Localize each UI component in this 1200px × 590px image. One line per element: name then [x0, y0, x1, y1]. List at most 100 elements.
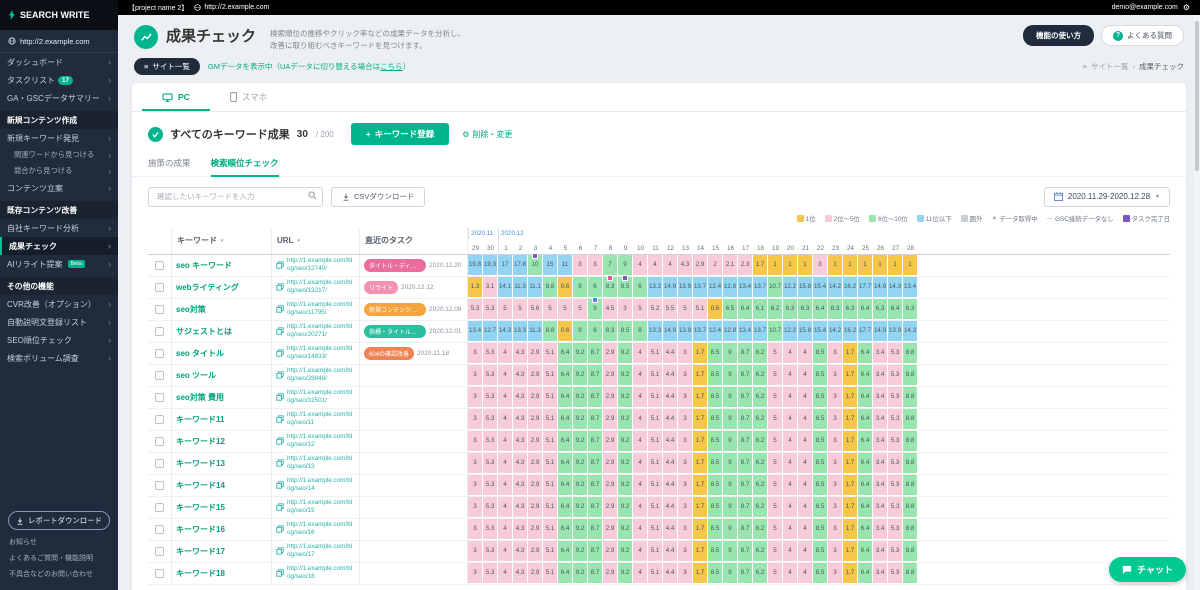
sidebar-item[interactable]: SEO順位チェック ›: [0, 331, 118, 349]
keyword-link[interactable]: キーワード14: [176, 480, 225, 491]
row-checkbox[interactable]: [155, 458, 164, 468]
tab-smartphone[interactable]: スマホ: [210, 83, 287, 111]
url-link[interactable]: http://1.example.com/blog/seo/14: [287, 477, 355, 493]
url-link[interactable]: http://1.example.com/blog/seo/15: [287, 499, 355, 515]
sidebar-footer-link[interactable]: お知らせ: [0, 534, 118, 550]
subtab-measure-results[interactable]: 施策の成果: [148, 157, 191, 177]
url-link[interactable]: http://1.example.com/blog/seo/12: [287, 433, 355, 449]
rank-cell: 8.5: [708, 386, 723, 408]
switch-ua-link[interactable]: こちら: [380, 62, 403, 71]
row-checkbox[interactable]: [155, 414, 164, 424]
rank-color-swatch: [868, 214, 876, 222]
url-link[interactable]: http://1.example.com/blog/seo/17: [287, 543, 355, 559]
sidebar-item[interactable]: 自社キーワード分析 ›: [0, 219, 118, 237]
url-link[interactable]: http://1.example.com/blog/seo/12740/: [287, 257, 355, 273]
register-keyword-button[interactable]: + キーワード登録: [350, 123, 450, 146]
scrollbar-thumb[interactable]: [1195, 21, 1199, 171]
url-link[interactable]: http://1.example.com/blog/seo/18: [287, 565, 355, 581]
external-link-icon: [276, 393, 284, 401]
sidebar-item[interactable]: 自動説明文登録リスト ›: [0, 313, 118, 331]
keyword-link[interactable]: キーワード15: [176, 502, 225, 513]
rank-cell: 12.8: [723, 320, 738, 342]
chat-button[interactable]: チャット: [1109, 557, 1186, 582]
keyword-link[interactable]: seo対策 費用: [176, 392, 224, 403]
keyword-link[interactable]: サジェストとは: [176, 326, 232, 337]
row-checkbox[interactable]: [155, 260, 164, 270]
rank-cell: 3: [468, 386, 483, 408]
settings-gear-icon[interactable]: ⚙: [1183, 3, 1190, 12]
row-checkbox[interactable]: [155, 304, 164, 314]
row-checkbox[interactable]: [155, 326, 164, 336]
row-checkbox[interactable]: [155, 524, 164, 534]
row-checkbox[interactable]: [155, 502, 164, 512]
csv-download-button[interactable]: CSVダウンロード: [331, 186, 426, 207]
url-link[interactable]: http://1.example.com/blog/seo/28848/: [287, 367, 355, 383]
url-link[interactable]: http://1.example.com/blog/seo/11795/: [287, 301, 355, 317]
row-checkbox[interactable]: [155, 546, 164, 556]
rank-cell: 9.2: [573, 540, 588, 562]
keyword-link[interactable]: キーワード17: [176, 546, 225, 557]
sidebar-footer-link[interactable]: 不具合などのお問い合わせ: [0, 566, 118, 582]
url-link[interactable]: http://1.example.com/blog/seo/31501/: [287, 389, 355, 405]
faq-button[interactable]: ? よくある質問: [1101, 25, 1184, 46]
subtab-rank-check[interactable]: 検索順位チェック: [210, 157, 279, 178]
tab-pc[interactable]: PC: [142, 83, 210, 112]
keyword-link[interactable]: seo対策: [176, 304, 206, 315]
date-range-value: 2020.11.29-2020.12.28: [1067, 192, 1151, 201]
rank-cell: 2.9: [528, 452, 543, 474]
keyword-link[interactable]: seo ツール: [176, 370, 216, 381]
url-link[interactable]: http://1.example.com/blog/seo/16: [287, 521, 355, 537]
rank-cell: 6.2: [753, 386, 768, 408]
rank-cell: 1: [858, 254, 873, 276]
keyword-link[interactable]: キーワード11: [176, 414, 224, 425]
url-link[interactable]: http://1.example.com/blog/seo/14833/: [287, 345, 355, 361]
sidebar-footer-link[interactable]: よくあるご質問・機能説明: [0, 550, 118, 566]
date-range-picker[interactable]: 2020.11.29-2020.12.28 ▼: [1043, 186, 1170, 207]
url-link[interactable]: http://1.example.com/blog/seo/13: [287, 455, 355, 471]
column-header-keyword[interactable]: キーワード ▼: [172, 227, 272, 254]
rank-cell: 1.7: [843, 364, 858, 386]
url-link[interactable]: http://1.example.com/blog/seo/13217/: [287, 279, 355, 295]
row-checkbox[interactable]: [155, 480, 164, 490]
sidebar-item[interactable]: 競合から見つける ›: [0, 163, 118, 179]
app-window: SEARCH WRITE http://2.example.com ダッシュボー…: [0, 0, 1200, 590]
sidebar-item[interactable]: 新規キーワード発見 ›: [0, 129, 118, 147]
keyword-search-input[interactable]: [148, 186, 323, 207]
sidebar-item[interactable]: 成果チェック ›: [0, 237, 118, 255]
column-header-url[interactable]: URL ▼: [272, 227, 360, 254]
url-link[interactable]: http://1.example.com/blog/seo/20271/: [287, 323, 355, 339]
url-link[interactable]: http://1.example.com/blog/seo/11: [287, 411, 355, 427]
keyword-link[interactable]: seo キーワード: [176, 260, 232, 271]
breadcrumb-site-list[interactable]: サイト一覧: [1091, 61, 1129, 72]
report-download-button[interactable]: レポートダウンロード: [8, 511, 110, 530]
sidebar-item[interactable]: タスクリスト 17 ›: [0, 71, 118, 89]
sidebar-site-selector[interactable]: http://2.example.com: [0, 30, 118, 53]
search-icon[interactable]: [308, 191, 317, 200]
row-checkbox[interactable]: [155, 392, 164, 402]
edit-delete-link[interactable]: ⚙ 削除・変更: [462, 129, 512, 140]
sidebar-item[interactable]: GA・GSCデータサマリー ›: [0, 89, 118, 107]
sidebar-item[interactable]: 検索ボリューム調査 ›: [0, 349, 118, 367]
rank-cell: 11.3: [513, 276, 528, 298]
keyword-link[interactable]: webライティング: [176, 282, 239, 293]
sidebar-item[interactable]: コンテンツ立案 ›: [0, 179, 118, 197]
question-icon: ?: [1113, 30, 1123, 41]
row-checkbox[interactable]: [155, 436, 164, 446]
row-checkbox[interactable]: [155, 370, 164, 380]
site-list-button[interactable]: ≡ サイト一覧: [134, 58, 200, 76]
scrollbar-track[interactable]: [1194, 15, 1200, 590]
row-checkbox[interactable]: [155, 282, 164, 292]
sidebar-item[interactable]: ダッシュボード ›: [0, 53, 118, 71]
sidebar-item[interactable]: 関連ワードから見つける ›: [0, 147, 118, 163]
keyword-link[interactable]: キーワード12: [176, 436, 225, 447]
keyword-link[interactable]: キーワード13: [176, 458, 225, 469]
row-checkbox[interactable]: [155, 568, 164, 578]
keyword-link[interactable]: キーワード18: [176, 568, 225, 579]
sidebar-item[interactable]: AIリライト提案 Beta ›: [0, 255, 118, 273]
keyword-link[interactable]: キーワード16: [176, 524, 225, 535]
row-checkbox[interactable]: [155, 348, 164, 358]
rank-cell: 2.9: [603, 562, 618, 584]
howto-button[interactable]: 機能の使い方: [1023, 25, 1094, 46]
sidebar-item[interactable]: CVR改善（オプション） ›: [0, 295, 118, 313]
keyword-link[interactable]: seo タイトル: [176, 348, 224, 359]
